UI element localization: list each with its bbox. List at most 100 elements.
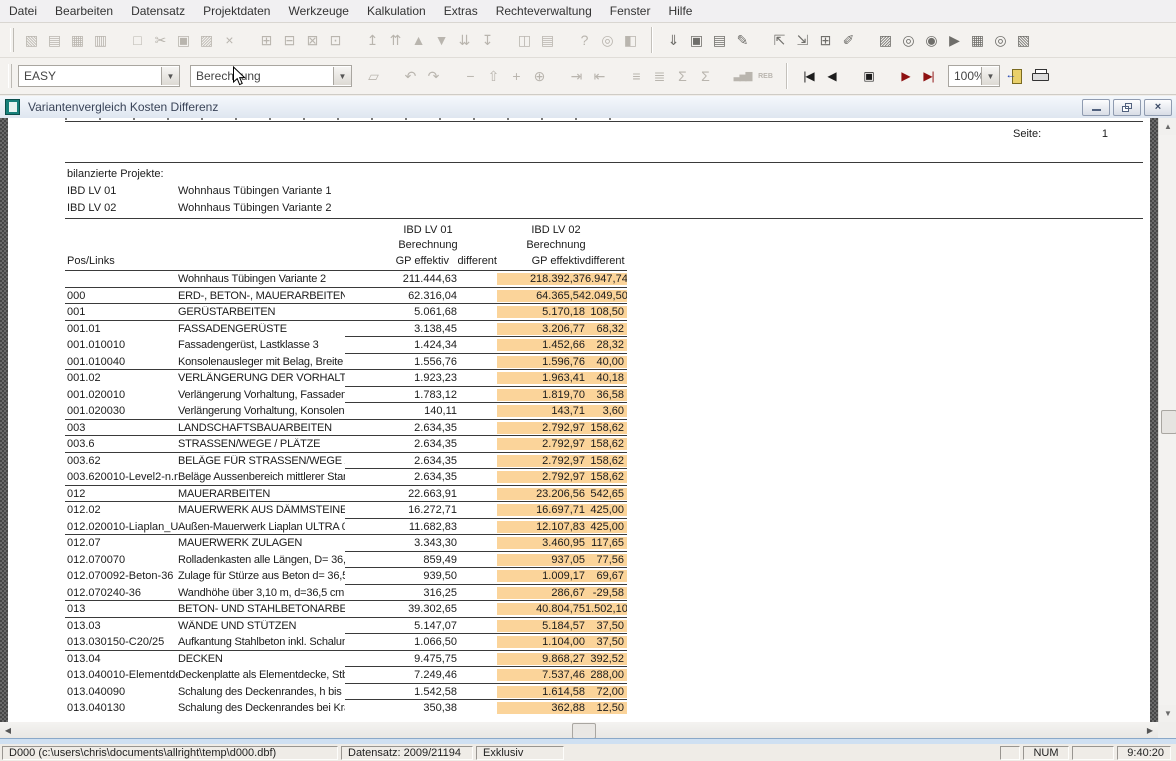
- chart-icon[interactable]: ▃▅▇: [731, 65, 754, 88]
- sum-icon[interactable]: Σ: [694, 65, 717, 88]
- undo-icon[interactable]: ↶: [399, 65, 422, 88]
- move-last-icon[interactable]: ↧: [476, 29, 499, 52]
- cell-description: MAUERWERK ZULAGEN: [178, 537, 345, 549]
- hierarchy-list-icon[interactable]: ⊡: [324, 29, 347, 52]
- menu-item[interactable]: Extras: [435, 0, 487, 22]
- horizontal-scroll-thumb[interactable]: [572, 723, 596, 739]
- reb-icon[interactable]: REB: [754, 65, 777, 88]
- zoom-combobox[interactable]: 100% ▼: [948, 65, 1000, 87]
- forward-record-icon[interactable]: ▶: [943, 29, 966, 52]
- paste-icon[interactable]: ▨: [195, 29, 218, 52]
- insert-row-icon[interactable]: ⇧: [482, 65, 505, 88]
- move-down-icon[interactable]: ▼: [430, 29, 453, 52]
- printer-icon[interactable]: [1029, 65, 1052, 88]
- layout-icon[interactable]: ◧: [619, 29, 642, 52]
- record-edit-icon[interactable]: ✎: [731, 29, 754, 52]
- close-record-icon[interactable]: ▧: [1012, 29, 1035, 52]
- search-record-icon[interactable]: ◎: [989, 29, 1012, 52]
- menu-item[interactable]: Fenster: [601, 0, 660, 22]
- menu-item[interactable]: Rechteverwaltung: [487, 0, 601, 22]
- pin-icon[interactable]: ✐: [837, 29, 860, 52]
- records-icon[interactable]: ▣: [685, 29, 708, 52]
- add-row-icon[interactable]: +: [505, 65, 528, 88]
- column-group-1: IBD LV 01: [373, 224, 483, 236]
- record-check-icon[interactable]: ▨: [874, 29, 897, 52]
- cell-description: WÄNDE UND STÜTZEN: [178, 620, 345, 632]
- toolbar-separator[interactable]: [786, 63, 788, 89]
- chevron-down-icon[interactable]: ▼: [161, 67, 179, 85]
- scroll-left-icon[interactable]: ◀: [0, 722, 16, 738]
- toolbar-grip[interactable]: [8, 64, 12, 88]
- prev-record-icon[interactable]: ◀: [820, 65, 843, 88]
- project-stack-icon[interactable]: ▥: [89, 29, 112, 52]
- cell-gp-effektiv-1: 1.923,23: [345, 372, 457, 384]
- menu-item[interactable]: Datensatz: [122, 0, 194, 22]
- list-icon[interactable]: ≡: [625, 65, 648, 88]
- grid-icon[interactable]: ⊞: [814, 29, 837, 52]
- record-new-icon[interactable]: ▤: [708, 29, 731, 52]
- scroll-right-icon[interactable]: ▶: [1142, 722, 1158, 738]
- hierarchy-insert-icon[interactable]: ⊞: [255, 29, 278, 52]
- print-current-icon[interactable]: ▶: [894, 65, 917, 88]
- assign-down-icon[interactable]: ⇲: [791, 29, 814, 52]
- cell-gp-effektiv-1: 2.634,35: [345, 471, 457, 483]
- scroll-up-icon[interactable]: ▲: [1159, 118, 1176, 135]
- letter-icon[interactable]: ▤: [43, 29, 66, 52]
- zoom-record2-icon[interactable]: ◉: [920, 29, 943, 52]
- move-up-icon[interactable]: ▲: [407, 29, 430, 52]
- menu-item[interactable]: Datei: [0, 0, 46, 22]
- table-record-icon[interactable]: ▦: [966, 29, 989, 52]
- minimize-button[interactable]: [1082, 99, 1110, 116]
- menu-item[interactable]: Bearbeiten: [46, 0, 122, 22]
- indent-icon[interactable]: ⇥: [565, 65, 588, 88]
- toolbar-grip[interactable]: [10, 28, 14, 52]
- vertical-scrollbar[interactable]: ▲ ▼: [1158, 118, 1176, 722]
- redo-icon[interactable]: ↷: [422, 65, 445, 88]
- move-first-icon[interactable]: ↥: [361, 29, 384, 52]
- hierarchy-sub-icon[interactable]: ⊠: [301, 29, 324, 52]
- move-pageup-icon[interactable]: ⇈: [384, 29, 407, 52]
- first-record-icon[interactable]: |◀: [797, 65, 820, 88]
- chevron-down-icon[interactable]: ▼: [333, 67, 351, 85]
- open-icon[interactable]: ▱: [362, 65, 385, 88]
- cell-different-2: 117,65: [585, 537, 627, 549]
- menu-item[interactable]: Werkzeuge: [279, 0, 357, 22]
- remove-row-icon[interactable]: −: [459, 65, 482, 88]
- zoom-record-icon[interactable]: ◎: [897, 29, 920, 52]
- delete-icon[interactable]: ×: [218, 29, 241, 52]
- assign-up-icon[interactable]: ⇱: [768, 29, 791, 52]
- restore-button[interactable]: [1113, 99, 1141, 116]
- new-record-icon[interactable]: □: [126, 29, 149, 52]
- numbered-list-icon[interactable]: ≣: [648, 65, 671, 88]
- image-icon[interactable]: ▦: [66, 29, 89, 52]
- cell-description: Schalung des Deckenrandes bei Kragplatte…: [178, 702, 345, 714]
- scroll-down-icon[interactable]: ▼: [1159, 705, 1176, 722]
- chevron-down-icon[interactable]: ▼: [981, 67, 999, 85]
- copy-icon[interactable]: ▣: [172, 29, 195, 52]
- copy-pages-icon[interactable]: ▣: [857, 65, 880, 88]
- horizontal-scrollbar[interactable]: ◀ ▶: [0, 722, 1158, 738]
- add-multi-icon[interactable]: ⊕: [528, 65, 551, 88]
- cut-icon[interactable]: ✂: [149, 29, 172, 52]
- report-view-icon[interactable]: ▧: [20, 29, 43, 52]
- menu-item[interactable]: Projektdaten: [194, 0, 279, 22]
- help-icon[interactable]: ?: [573, 29, 596, 52]
- vertical-scroll-thumb[interactable]: [1161, 410, 1176, 434]
- toolbar-separator[interactable]: [651, 27, 653, 53]
- hierarchy-outline-icon[interactable]: ⊟: [278, 29, 301, 52]
- print-preview-area: Seite: 1 bilanzierte Projekte: IBD LV 01…: [0, 118, 1176, 722]
- print-all-icon[interactable]: ▶|: [917, 65, 940, 88]
- outdent-icon[interactable]: ⇤: [588, 65, 611, 88]
- takeover-icon[interactable]: ⇓: [662, 29, 685, 52]
- search-icon[interactable]: ◎: [596, 29, 619, 52]
- sum-positions-icon[interactable]: Σ: [671, 65, 694, 88]
- exit-icon[interactable]: [1006, 65, 1029, 88]
- close-button[interactable]: ×: [1144, 99, 1172, 116]
- menu-item[interactable]: Hilfe: [659, 0, 701, 22]
- mode-combobox[interactable]: Berechnung ▼: [190, 65, 352, 87]
- form-view-icon[interactable]: ◫: [513, 29, 536, 52]
- menu-item[interactable]: Kalkulation: [358, 0, 435, 22]
- easy-combobox[interactable]: EASY ▼: [18, 65, 180, 87]
- move-pagedown-icon[interactable]: ⇊: [453, 29, 476, 52]
- print-icon[interactable]: ▤: [536, 29, 559, 52]
